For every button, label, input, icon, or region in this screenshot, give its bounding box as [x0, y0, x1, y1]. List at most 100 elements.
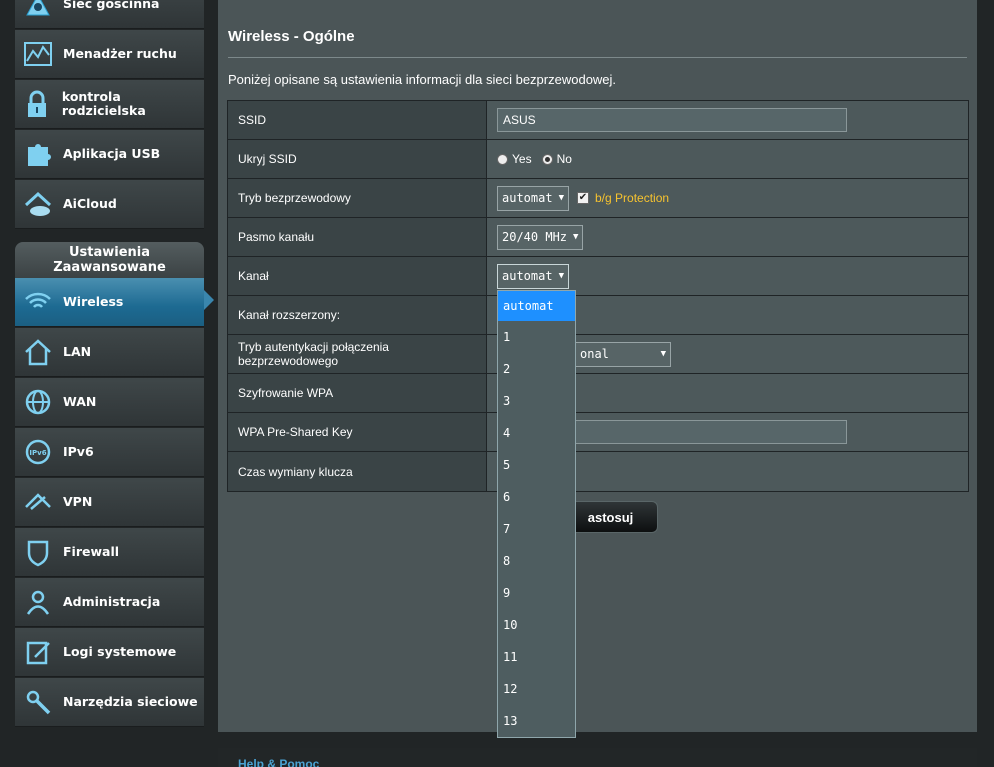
wifi-icon	[21, 285, 55, 319]
traffic-manager-icon	[21, 37, 55, 71]
table-row: Tryb autentykacji połączenia bezprzewodo…	[228, 335, 968, 374]
sidebar-item-label: LAN	[63, 344, 92, 359]
extension-channel-label: Kanał rozszerzony:	[228, 296, 487, 334]
hide-ssid-yes-radio[interactable]: Yes	[497, 152, 532, 166]
sidebar-item-system-log[interactable]: Logi systemowe	[15, 628, 204, 677]
table-row: Kanał rozszerzony:	[228, 296, 968, 335]
radio-label: Yes	[512, 152, 532, 166]
dropdown-option[interactable]: 9	[498, 577, 575, 609]
svg-text:IPv6: IPv6	[29, 449, 46, 457]
hide-ssid-no-radio[interactable]: No	[541, 152, 572, 166]
dropdown-option[interactable]: 5	[498, 449, 575, 481]
guest-network-icon	[21, 0, 55, 21]
sidebar-item-usb-app[interactable]: Aplikacja USB	[15, 130, 204, 179]
router-admin-page: Sieć gościnna Menadżer ruchu kontrola ro…	[0, 0, 994, 767]
ssid-label: SSID	[228, 101, 487, 139]
sidebar-item-firewall[interactable]: Firewall	[15, 528, 204, 577]
auth-method-select[interactable]: onal ▼	[575, 341, 671, 367]
sidebar-item-label: kontrola rodzicielska	[61, 89, 146, 118]
sidebar-item-administration[interactable]: Administracja	[15, 578, 204, 627]
table-row: Ukryj SSID Yes No	[228, 140, 968, 179]
user-icon	[21, 585, 55, 619]
vpn-icon	[21, 485, 55, 519]
channel-dropdown-list: automat 1 2 3 4 5 6 7 8 9 10 11 12 13	[497, 290, 576, 738]
table-row: Tryb bezprzewodowy automat ▼ ✔ b/g Protec…	[228, 179, 968, 218]
main-panel: Wireless - Ogólne Poniżej opisane są ust…	[218, 0, 977, 732]
dropdown-option[interactable]: 4	[498, 417, 575, 449]
chevron-down-icon: ▼	[660, 349, 666, 359]
title-divider	[228, 57, 967, 58]
select-value: 20/40 MHz	[502, 230, 568, 244]
sidebar-item-label: Menadżer ruchu	[63, 46, 177, 61]
wireless-settings-table: SSID Ukryj SSID Yes No Tryb bezprzewodow…	[227, 100, 969, 492]
sidebar-item-wireless[interactable]: Wireless	[15, 278, 204, 327]
sidebar-item-network-tools[interactable]: Narzędzia sieciowe	[15, 678, 204, 727]
channel-band-cell: 20/40 MHz ▼	[487, 218, 968, 256]
channel-band-select[interactable]: 20/40 MHz ▼	[497, 224, 584, 250]
dropdown-option[interactable]: 1	[498, 321, 575, 353]
dropdown-option[interactable]: 11	[498, 641, 575, 673]
table-row: Pasmo kanału 20/40 MHz ▼	[228, 218, 968, 257]
bg-protection-checkbox[interactable]: ✔	[577, 192, 589, 204]
wrench-icon	[21, 685, 55, 719]
sidebar-item-aicloud[interactable]: AiCloud	[15, 180, 204, 229]
sidebar-item-label: IPv6	[63, 444, 94, 459]
dropdown-option[interactable]: automat	[498, 291, 575, 321]
dropdown-option[interactable]: 10	[498, 609, 575, 641]
ipv6-globe-icon: IPv6	[21, 435, 55, 469]
wireless-mode-select[interactable]: automat ▼	[497, 185, 569, 211]
sidebar-item-lan[interactable]: LAN	[15, 328, 204, 377]
sidebar-item-parental-control[interactable]: kontrola rodzicielska	[15, 80, 204, 129]
select-value: automat	[502, 269, 553, 283]
sidebar-item-ipv6[interactable]: IPv6 IPv6	[15, 428, 204, 477]
sidebar-item-traffic-manager[interactable]: Menadżer ruchu	[15, 30, 204, 79]
hide-ssid-cell: Yes No	[487, 140, 968, 178]
sidebar-item-label: Firewall	[63, 544, 120, 559]
table-row: SSID	[228, 101, 968, 140]
sidebar-item-vpn[interactable]: VPN	[15, 478, 204, 527]
page-title: Wireless - Ogólne	[228, 28, 355, 45]
dropdown-option[interactable]: 13	[498, 705, 575, 737]
channel-select[interactable]: automat ▼	[497, 263, 569, 289]
globe-icon	[21, 385, 55, 419]
cloud-house-icon	[21, 187, 55, 221]
apply-button[interactable]: astosuj	[563, 501, 658, 533]
wireless-mode-label: Tryb bezprzewodowy	[228, 179, 487, 217]
dropdown-option[interactable]: 7	[498, 513, 575, 545]
chevron-down-icon: ▼	[573, 232, 579, 242]
table-row: Kanał automat ▼	[228, 257, 968, 296]
dropdown-option[interactable]: 2	[498, 353, 575, 385]
sidebar-item-label: Sieć gościnna	[63, 0, 160, 11]
dropdown-option[interactable]: 6	[498, 481, 575, 513]
select-value: onal	[580, 347, 609, 361]
chevron-down-icon: ▼	[558, 193, 564, 203]
table-row: Szyfrowanie WPA	[228, 374, 968, 413]
sidebar-item-label: Wireless	[63, 294, 124, 309]
sidebar-item-label: Administracja	[63, 594, 161, 609]
table-row: Czas wymiany klucza	[228, 452, 968, 491]
wpa-key-label: WPA Pre-Shared Key	[228, 413, 487, 451]
key-rotation-label: Czas wymiany klucza	[228, 452, 487, 491]
ssid-input[interactable]	[497, 108, 847, 132]
dropdown-option[interactable]: 12	[498, 673, 575, 705]
bg-protection-label: b/g Protection	[595, 191, 670, 205]
dropdown-option[interactable]: 3	[498, 385, 575, 417]
sidebar-item-label: Narzędzia sieciowe	[63, 694, 198, 709]
sidebar-item-label: AiCloud	[63, 196, 117, 211]
sidebar-item-guest-network[interactable]: Sieć gościnna	[15, 0, 204, 29]
radio-label: No	[556, 152, 572, 166]
ssid-cell	[487, 101, 968, 139]
sidebar-item-label: Aplikacja USB	[63, 146, 161, 161]
sidebar-item-wan[interactable]: WAN	[15, 378, 204, 427]
dropdown-option[interactable]: 8	[498, 545, 575, 577]
radio-dot	[497, 153, 508, 165]
sidebar-item-label: Logi systemowe	[63, 644, 177, 659]
channel-label: Kanał	[228, 257, 487, 295]
wireless-mode-cell: automat ▼ ✔ b/g Protection	[487, 179, 968, 217]
chevron-down-icon: ▼	[558, 271, 564, 281]
wpa-encryption-label: Szyfrowanie WPA	[228, 374, 487, 412]
channel-band-label: Pasmo kanału	[228, 218, 487, 256]
sidebar: Sieć gościnna Menadżer ruchu kontrola ro…	[15, 0, 214, 767]
usb-puzzle-icon	[21, 137, 55, 171]
help-link[interactable]: Help & Pomoc	[238, 757, 319, 767]
